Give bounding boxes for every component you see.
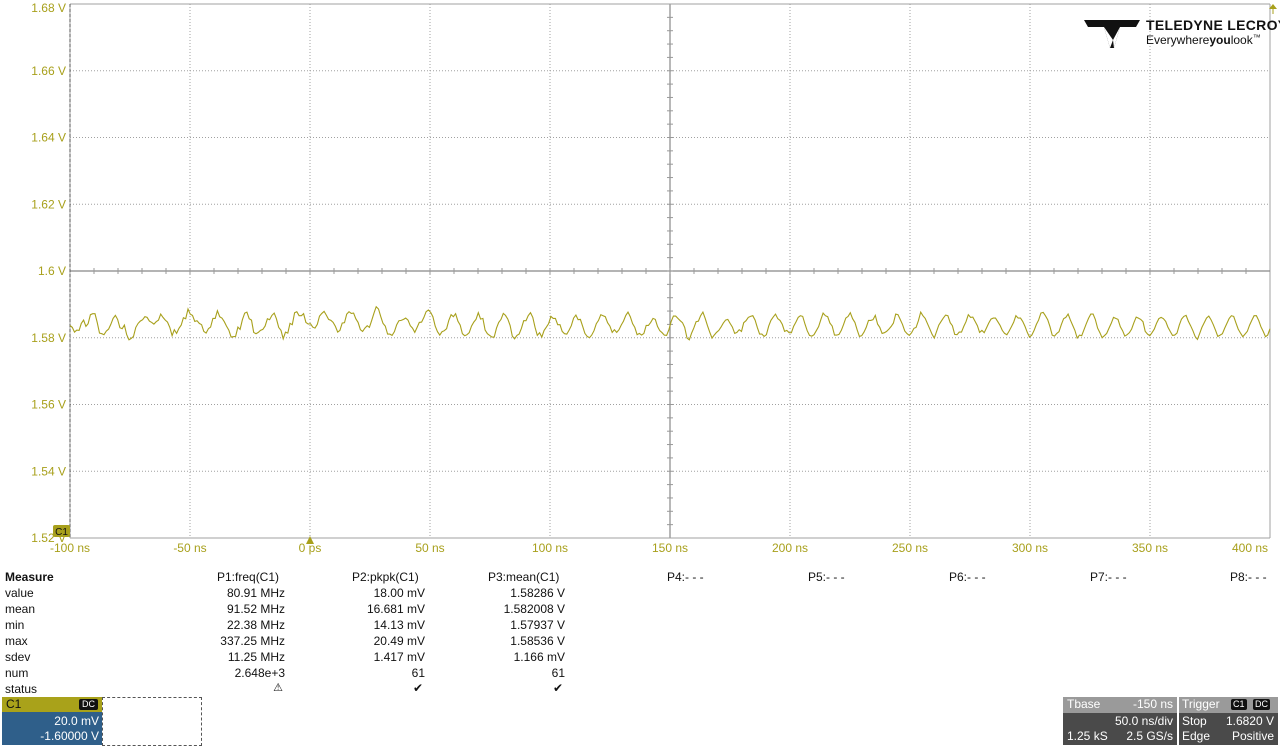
p1-status-warning-icon: ⚠ (273, 682, 283, 694)
p1-mean: 91.52 MHz (226, 602, 285, 616)
waveform-display[interactable]: 1.68 V 1.66 V 1.64 V 1.62 V 1.6 V 1.58 V 1.56 … (0, 0, 1280, 560)
x-tick-label: 100 ns (532, 541, 568, 555)
param-header-p5[interactable]: P5:- - - (808, 570, 845, 584)
param-header-p2[interactable]: P2:pkpk(C1) (352, 570, 419, 584)
x-tick-label: 250 ns (892, 541, 928, 555)
p3-sdev: 1.166 mV (513, 650, 565, 664)
p3-min: 1.57937 V (510, 618, 565, 632)
x-tick-label: 150 ns (652, 541, 688, 555)
channel-offset: -1.60000 V (40, 729, 99, 743)
p1-value: 80.91 MHz (226, 586, 285, 600)
channel-c1-descriptor[interactable]: C1 DC 20.0 mV -1.60000 V (2, 697, 102, 745)
param-header-p8[interactable]: P8:- - - (1230, 570, 1267, 584)
lecroy-emblem-icon (1084, 20, 1140, 48)
param-header-p1[interactable]: P1:freq(C1) (217, 570, 279, 584)
p3-num: 61 (551, 666, 565, 680)
timebase-header: Tbase -150 ns (1063, 697, 1177, 713)
row-label-mean: mean (5, 602, 36, 616)
p3-status-check-icon: ✔ (552, 681, 563, 695)
x-tick-label: 200 ns (772, 541, 808, 555)
p2-sdev: 1.417 mV (373, 650, 425, 664)
p2-num: 61 (411, 666, 425, 680)
trigger-slope: Positive (1231, 729, 1274, 743)
channel-c1-header: C1 DC (2, 697, 102, 712)
y-tick-label: 1.58 V (31, 331, 66, 345)
row-label-num: num (5, 666, 29, 680)
logo-tagline: Everywhereyoulook™ (1146, 33, 1261, 47)
y-tick-label: 1.66 V (31, 64, 66, 78)
teledyne-lecroy-logo: TELEDYNE LECROY Everywhereyoulook™ (1084, 16, 1280, 50)
channel-scale: 20.0 mV (54, 714, 99, 728)
param-header-p6[interactable]: P6:- - - (949, 570, 986, 584)
p1-max: 337.25 MHz (220, 634, 285, 648)
c1-channel-marker-label: C1 (55, 527, 68, 538)
x-tick-label: 400 ns (1232, 541, 1268, 555)
trigger-position-marker (306, 536, 314, 544)
row-label-max: max (5, 634, 28, 648)
x-tick-label: 350 ns (1132, 541, 1168, 555)
y-tick-label: 1.56 V (31, 398, 66, 412)
p3-value: 1.58286 V (510, 586, 565, 600)
y-tick-label: 1.64 V (31, 131, 66, 145)
waveform-grid[interactable]: 1.68 V 1.66 V 1.64 V 1.62 V 1.6 V 1.58 V 1.56 … (0, 0, 1280, 560)
logo-brand-text: TELEDYNE LECROY (1146, 17, 1280, 33)
p2-value: 18.00 mV (373, 586, 425, 600)
p3-max: 1.58536 V (510, 634, 565, 648)
x-tick-label: 50 ns (415, 541, 444, 555)
row-label-value: value (5, 586, 34, 600)
y-tick-label: 1.6 V (38, 264, 66, 278)
p2-mean: 16.681 mV (366, 602, 425, 616)
param-header-p4[interactable]: P4:- - - (667, 570, 704, 584)
p3-mean: 1.582008 V (503, 602, 565, 616)
x-tick-label: -100 ns (50, 541, 90, 555)
param-header-p3[interactable]: P3:mean(C1) (488, 570, 559, 584)
trigger-coupling-badge: DC (1253, 699, 1270, 710)
p1-min: 22.38 MHz (226, 618, 285, 632)
row-label-status: status (5, 682, 38, 696)
p1-num: 2.648e+3 (234, 666, 285, 680)
p2-status-check-icon: ✔ (412, 681, 423, 695)
trigger-level: 1.6820 V (1225, 714, 1274, 728)
channel-c1-label: C1 (6, 697, 22, 711)
timebase-per-div: 50.0 ns/div (1114, 714, 1173, 728)
empty-descriptor-slot[interactable] (102, 697, 202, 746)
measure-title: Measure (5, 570, 54, 584)
timebase-samples: 1.25 kS (1067, 729, 1108, 743)
trigger-label: Trigger (1182, 697, 1220, 711)
trigger-type: Edge (1182, 729, 1211, 743)
param-header-p7[interactable]: P7:- - - (1090, 570, 1127, 584)
timebase-sample-rate: 2.5 GS/s (1126, 729, 1173, 743)
y-tick-label: 1.68 V (31, 1, 66, 15)
timebase-delay: -150 ns (1132, 697, 1173, 711)
timebase-descriptor[interactable]: Tbase -150 ns 50.0 ns/div 1.25 kS 2.5 GS… (1063, 697, 1177, 745)
trigger-source-badge: C1 (1231, 699, 1247, 710)
row-label-min: min (5, 618, 25, 632)
trigger-mode: Stop (1182, 714, 1207, 728)
y-tick-label: 1.62 V (31, 197, 66, 211)
trigger-header: Trigger C1 DC (1179, 697, 1278, 713)
x-tick-label: 300 ns (1012, 541, 1048, 555)
x-tick-label: -50 ns (173, 541, 206, 555)
p2-min: 14.13 mV (373, 618, 425, 632)
y-tick-label: 1.54 V (31, 464, 66, 478)
p2-max: 20.49 mV (373, 634, 425, 648)
trigger-descriptor[interactable]: Trigger C1 DC Stop 1.6820 V Edge Positiv… (1179, 697, 1278, 745)
row-label-sdev: sdev (5, 650, 31, 664)
measure-table[interactable]: Measure P1:freq(C1) P2:pkpk(C1) P3:mean(… (0, 569, 1280, 696)
p1-sdev: 11.25 MHz (227, 650, 285, 664)
timebase-label: Tbase (1067, 697, 1101, 711)
channel-coupling-badge: DC (79, 699, 98, 710)
